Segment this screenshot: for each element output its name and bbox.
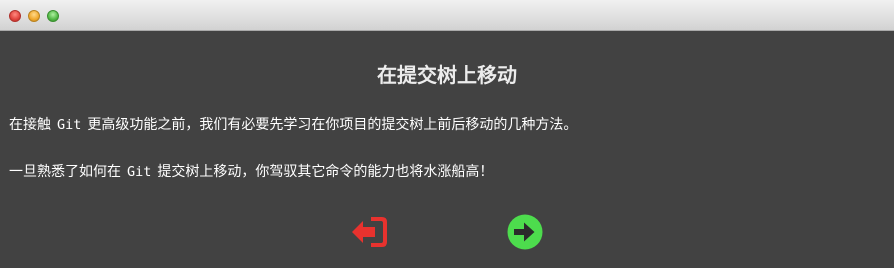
close-window-button[interactable] xyxy=(9,10,21,22)
git-code-term: Git xyxy=(127,164,152,180)
followup-paragraph: 一旦熟悉了如何在 Git 提交树上移动，你驾驭其它命令的能力也将水涨船高！ xyxy=(9,162,493,182)
dialog-title: 在提交树上移动 xyxy=(377,63,517,87)
app-window: 在提交树上移动 在接触 Git 更高级功能之前，我们有必要先学习在你项目的提交树上前… xyxy=(0,0,894,268)
dialog-content: 在提交树上移动 在接触 Git 更高级功能之前，我们有必要先学习在你项目的提交树上前… xyxy=(0,31,894,268)
intro-text-start: 在接触 xyxy=(9,117,51,133)
exit-icon xyxy=(352,217,387,247)
next-button[interactable] xyxy=(505,212,545,252)
arrow-right-circle-icon xyxy=(507,214,543,250)
minimize-window-button[interactable] xyxy=(28,10,40,22)
followup-text-end: 提交树上移动，你驾驭其它命令的能力也将水涨船高！ xyxy=(157,164,494,180)
intro-paragraph: 在接触 Git 更高级功能之前，我们有必要先学习在你项目的提交树上前后移动的几种方法… xyxy=(9,115,577,135)
followup-text-start: 一旦熟悉了如何在 xyxy=(9,164,121,180)
previous-button[interactable] xyxy=(349,212,389,252)
maximize-window-button[interactable] xyxy=(47,10,59,22)
intro-text-end: 更高级功能之前，我们有必要先学习在你项目的提交树上前后移动的几种方法。 xyxy=(87,117,578,133)
window-titlebar xyxy=(0,0,894,31)
git-code-term: Git xyxy=(57,117,82,133)
